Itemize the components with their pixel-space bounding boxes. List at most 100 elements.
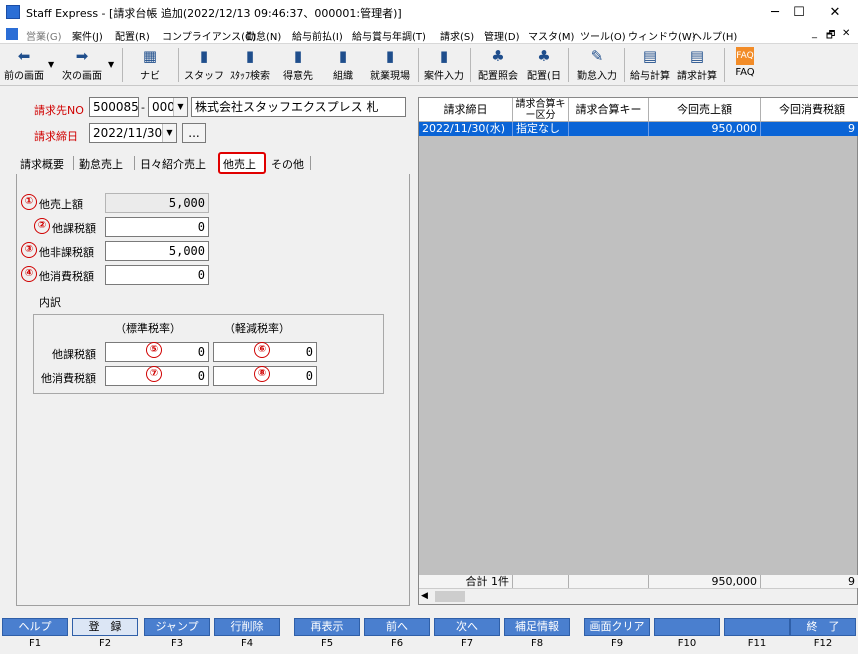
mdi-restore-button[interactable]: 🗗 xyxy=(826,28,835,45)
grid-cell[interactable]: 2022/11/30(水) xyxy=(419,122,513,136)
tab-other-sales[interactable]: 他売上 xyxy=(223,156,256,172)
grid-total-cell: 950,000 xyxy=(649,575,761,588)
staff-button[interactable]: ▮ スタッフ xyxy=(184,46,224,84)
scroll-left-icon[interactable]: ◀ xyxy=(421,591,428,601)
marker-4: ④ xyxy=(21,266,37,282)
other-taxable-input[interactable]: 0 xyxy=(105,217,209,237)
grid-header-close-date[interactable]: 請求締日 xyxy=(419,98,513,122)
tab-attendance-sales[interactable]: 勤怠売上 xyxy=(79,156,123,172)
f12-exit-button[interactable]: 終 了 xyxy=(790,618,856,636)
menu-billing[interactable]: 請求(S) xyxy=(440,28,474,43)
close-date-browse-button[interactable]: ... xyxy=(182,123,206,143)
prev-dropdown-icon[interactable]: ▼ xyxy=(48,60,54,69)
f2-register-button[interactable]: 登 録 xyxy=(72,618,138,636)
function-key-bar: ヘルプ F1 登 録 F2 ジャンプ F3 行削除 F4 再表示 F5 前へ F… xyxy=(0,618,858,654)
other-nontaxable-label: 他非課税額 xyxy=(39,246,94,259)
horizontal-scrollbar[interactable]: ◀ xyxy=(419,588,857,604)
grid-header-key[interactable]: 請求合算キー xyxy=(569,98,649,122)
client-button[interactable]: ▮ 得意先 xyxy=(278,46,318,84)
staff-search-icon: ▮ xyxy=(245,47,255,65)
other-tax-label: 他消費税額 xyxy=(39,270,94,283)
menu-payroll[interactable]: 給与賞与年調(T) xyxy=(352,28,426,43)
f8-supplement-button[interactable]: 補足情報 xyxy=(504,618,570,636)
scroll-thumb[interactable] xyxy=(435,591,465,602)
payroll-calc-button[interactable]: ▤ 給与計算 xyxy=(628,46,672,84)
grid-header-sales[interactable]: 今回売上額 xyxy=(649,98,761,122)
menu-placement[interactable]: 配置(R) xyxy=(115,28,150,43)
grid-cell[interactable] xyxy=(569,122,649,136)
billing-icon: ▤ xyxy=(689,47,705,65)
f10-button[interactable] xyxy=(654,618,720,636)
staff-search-button[interactable]: ▮ ｽﾀｯﾌ検索 xyxy=(228,46,272,84)
marker-3: ③ xyxy=(21,242,37,258)
billing-no-input[interactable]: 500085 xyxy=(89,97,139,117)
grid-cell[interactable]: 指定なし xyxy=(513,122,569,136)
menu-tools[interactable]: ツール(O) xyxy=(580,28,626,43)
work-site-button[interactable]: ▮ 就業現場 xyxy=(368,46,412,84)
grid-total-cell: 9 xyxy=(761,575,858,588)
f5-refresh-button[interactable]: 再表示 xyxy=(294,618,360,636)
other-taxable-label: 他課税額 xyxy=(52,222,96,235)
menu-case[interactable]: 案件(J) xyxy=(72,28,103,43)
toolbar-separator xyxy=(624,48,625,82)
tab-daily-referral[interactable]: 日々紹介売上 xyxy=(140,156,206,172)
tab-overview[interactable]: 請求概要 xyxy=(20,156,64,172)
menu-sales[interactable]: 営業(G) xyxy=(26,28,62,43)
menu-bar: 営業(G) 案件(J) 配置(R) コンプライアンス(C) 勤怠(N) 給与前払… xyxy=(0,25,858,44)
marker-2: ② xyxy=(34,218,50,234)
menu-help[interactable]: ヘルプ(H) xyxy=(692,28,737,43)
f6-key-label: F6 xyxy=(390,638,404,649)
other-tax-input[interactable]: 0 xyxy=(105,265,209,285)
f3-jump-button[interactable]: ジャンプ xyxy=(144,618,210,636)
other-nontaxable-input[interactable]: 5,000 xyxy=(105,241,209,261)
navi-button[interactable]: ▦ ナビ xyxy=(130,46,170,84)
billing-no-dash: - xyxy=(141,101,145,114)
std-rate-label: （標準税率） xyxy=(115,322,181,335)
f7-key-label: F7 xyxy=(460,638,474,649)
menu-compliance[interactable]: コンプライアンス(C) xyxy=(162,28,256,43)
chevron-down-icon[interactable]: ▼ xyxy=(162,124,176,142)
menu-window[interactable]: ウィンドウ(W) xyxy=(628,28,696,43)
billing-calc-button[interactable]: ▤ 請求計算 xyxy=(674,46,720,84)
menu-admin[interactable]: 管理(D) xyxy=(484,28,520,43)
mdi-close-button[interactable]: ✕ xyxy=(842,28,850,39)
menu-prepay[interactable]: 給与前払(I) xyxy=(292,28,343,43)
next-dropdown-icon[interactable]: ▼ xyxy=(108,60,114,69)
f7-next-button[interactable]: 次へ xyxy=(434,618,500,636)
breakdown-taxable-label: 他課税額 xyxy=(52,348,96,361)
tab-other[interactable]: その他 xyxy=(271,156,304,172)
next-screen-button[interactable]: ➡ 次の画面 xyxy=(60,46,104,84)
f9-clear-button[interactable]: 画面クリア xyxy=(584,618,650,636)
billing-sub-select[interactable]: 000 ▼ xyxy=(148,97,188,117)
prev-screen-button[interactable]: ⬅ 前の画面 xyxy=(2,46,46,84)
grid-header-key-type[interactable]: 請求合算キー区分 xyxy=(513,98,569,122)
mdi-minimize-button[interactable]: _ xyxy=(812,28,817,39)
chevron-down-icon[interactable]: ▼ xyxy=(173,98,187,116)
placement-day-button[interactable]: ♣ 配置(日 xyxy=(524,46,564,84)
organization-button[interactable]: ▮ 組織 xyxy=(326,46,360,84)
attendance-input-button[interactable]: ✎ 勤怠入力 xyxy=(574,46,620,84)
app-window: Staff Express - [請求台帳 追加(2022/12/13 09:4… xyxy=(0,0,858,654)
tab-divider xyxy=(310,156,311,170)
case-input-button[interactable]: ▮ 案件入力 xyxy=(422,46,466,84)
grid-cell[interactable]: 9 xyxy=(761,122,858,136)
close-button[interactable]: ✕ xyxy=(812,0,858,25)
grid-cell[interactable]: 950,000 xyxy=(649,122,761,136)
staff-icon: ▮ xyxy=(199,47,209,65)
f11-button[interactable] xyxy=(724,618,790,636)
f1-key-label: F1 xyxy=(28,638,42,649)
f1-help-button[interactable]: ヘルプ xyxy=(2,618,68,636)
menu-attendance[interactable]: 勤怠(N) xyxy=(246,28,281,43)
billing-grid[interactable]: 請求締日 請求合算キー区分 請求合算キー 今回売上額 今回消費税額 2022/1… xyxy=(418,97,858,605)
faq-button[interactable]: FAQ FAQ xyxy=(730,46,760,84)
menu-master[interactable]: マスタ(M) xyxy=(528,28,574,43)
f2-key-label: F2 xyxy=(98,638,112,649)
placement-view-button[interactable]: ♣ 配置照会 xyxy=(474,46,522,84)
f4-delete-row-button[interactable]: 行削除 xyxy=(214,618,280,636)
app-icon xyxy=(6,5,20,19)
grid-header-tax[interactable]: 今回消費税額 xyxy=(761,98,858,122)
toolbar-separator xyxy=(122,48,123,82)
close-date-select[interactable]: 2022/11/30 ▼ xyxy=(89,123,177,143)
f6-prev-button[interactable]: 前へ xyxy=(364,618,430,636)
organization-icon: ▮ xyxy=(338,47,348,65)
